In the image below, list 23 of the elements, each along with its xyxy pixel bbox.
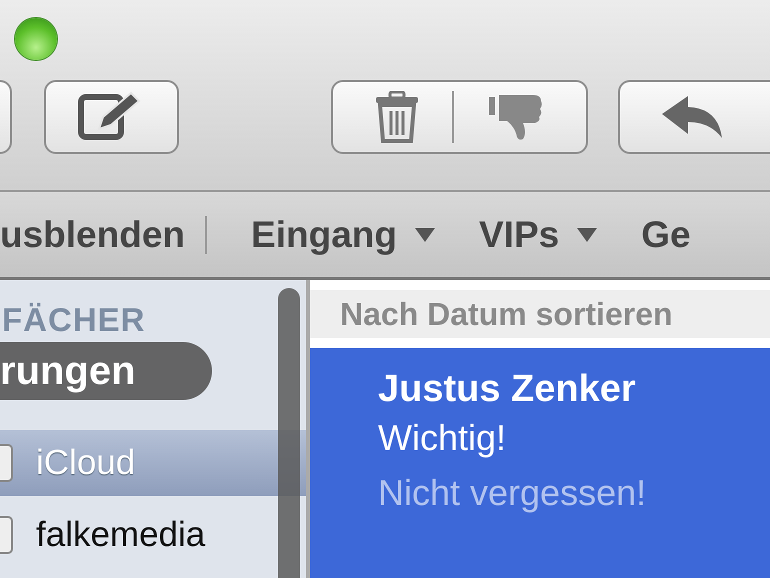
- zoom-button[interactable]: [15, 18, 57, 60]
- mailbox-label: iCloud: [36, 443, 136, 483]
- tooltip: rungen: [0, 342, 212, 400]
- mailbox-item[interactable]: falkemedia: [0, 502, 306, 568]
- favorites-item[interactable]: Eingang: [251, 214, 435, 256]
- section-heading: FÄCHER: [2, 300, 146, 340]
- caret-icon: [414, 228, 435, 242]
- sender: Justus Zenker: [378, 367, 637, 412]
- preview-text: Nicht vergessen!: [378, 471, 648, 515]
- drive-icon: [0, 443, 14, 483]
- favorites-item[interactable]: VIPs: [478, 214, 598, 256]
- favorites-item[interactable]: usblenden: [0, 214, 186, 256]
- reply-button[interactable]: [618, 80, 770, 154]
- caret-icon: [577, 228, 598, 242]
- drive-icon: [0, 515, 14, 555]
- favorites-item[interactable]: Ge: [641, 214, 691, 256]
- scroll-bar[interactable]: [278, 288, 300, 578]
- mailbox-label: falkemedia: [36, 515, 206, 555]
- compose-button[interactable]: [44, 80, 179, 154]
- reply-icon: [660, 94, 724, 140]
- message-item[interactable]: Justus Zenker Wichtig! Nicht vergessen!: [310, 348, 770, 578]
- trash-icon: [374, 91, 420, 143]
- subject: Wichtig!: [378, 416, 508, 460]
